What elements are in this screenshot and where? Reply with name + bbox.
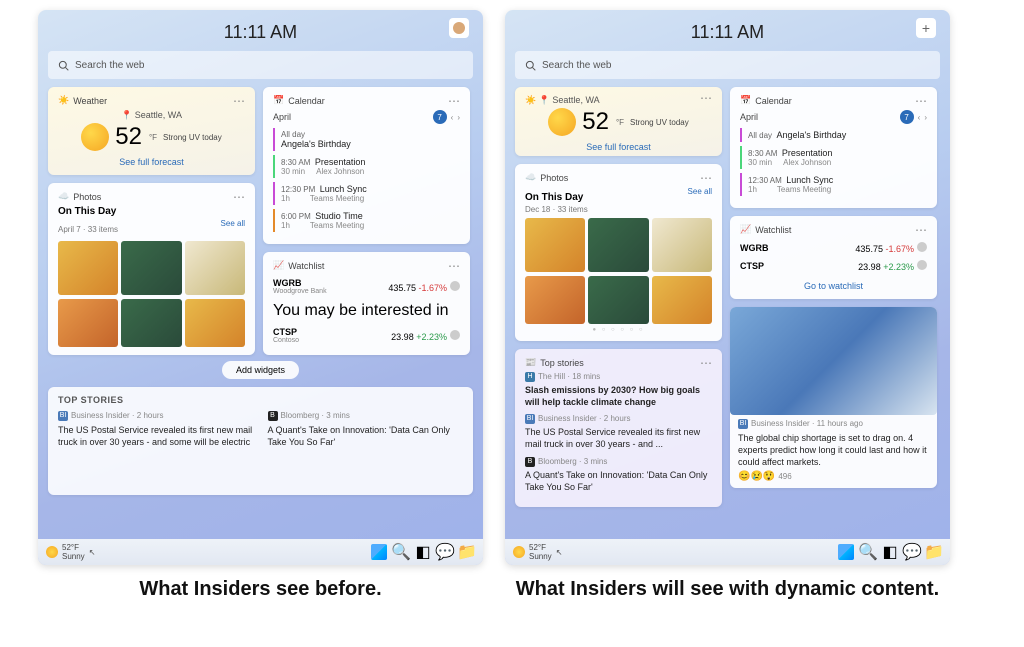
chevron-right-icon[interactable]: › [924, 113, 927, 122]
sun-icon [81, 123, 109, 151]
chevron-left-icon[interactable]: ‹ [918, 113, 921, 122]
caption-before: What Insiders see before. [38, 577, 483, 602]
photo-thumb[interactable] [588, 218, 648, 272]
more-icon[interactable]: ⋯ [700, 175, 712, 181]
weather-widget[interactable]: ☀️ 📍 Seattle, WA⋯ 52°FStrong UV today Se… [515, 87, 722, 156]
photos-title: ☁️ Photos [58, 191, 101, 202]
search-icon[interactable]: 🔍 [860, 544, 876, 560]
clock: 11:11 AM [515, 22, 940, 43]
news-item[interactable]: HThe Hill · 18 minsSlash emissions by 20… [525, 372, 712, 408]
more-icon[interactable]: ⋯ [700, 360, 712, 366]
watchlist-title: 📈 Watchlist [273, 260, 324, 271]
forecast-link[interactable]: See full forecast [525, 142, 712, 152]
weather-title: ☀️ Weather [58, 95, 107, 106]
search-placeholder: Search the web [75, 60, 145, 71]
see-all-link[interactable]: See all [688, 187, 712, 196]
chat-icon[interactable]: 💬 [437, 544, 453, 560]
forecast-link[interactable]: See full forecast [58, 157, 245, 167]
photos-widget[interactable]: ☁️ Photos⋯ On This DaySee all Dec 18 · 3… [515, 164, 722, 341]
watchlist-widget[interactable]: 📈 Watchlist ⋯ WGRBWoodgrove Bank435.75 -1… [263, 252, 470, 355]
cursor-icon: ↖ [89, 548, 96, 557]
more-icon[interactable]: ⋯ [233, 194, 245, 200]
calendar-event[interactable]: 8:30 AM Presentation30 min Alex Johnson [740, 146, 927, 169]
watchlist-widget[interactable]: 📈 Watchlist⋯ WGRB435.75 -1.67% CTSP23.98… [730, 216, 937, 299]
calendar-event[interactable]: 6:00 PM Studio Time1h Teams Meeting [273, 209, 460, 232]
widgets-panel-after: + 11:11 AM Search the web ☀️ 📍 Seattle, … [505, 10, 950, 565]
search-input[interactable]: Search the web [48, 51, 473, 79]
taskbar: 52°FSunny↖ 🔍 ◧ 💬 📁 [505, 539, 950, 565]
more-icon[interactable]: ⋯ [448, 98, 460, 104]
calendar-event[interactable]: 12:30 PM Lunch Sync1h Teams Meeting [273, 182, 460, 205]
photo-thumb[interactable] [525, 276, 585, 324]
featured-news-widget[interactable]: BIBusiness Insider · 11 hours ago The gl… [730, 307, 937, 488]
photo-thumb[interactable] [58, 299, 118, 347]
top-stories-widget[interactable]: 📰 Top stories⋯ HThe Hill · 18 minsSlash … [515, 349, 722, 507]
photo-thumb[interactable] [652, 218, 712, 272]
photo-thumb[interactable] [58, 241, 118, 295]
photo-thumb[interactable] [185, 299, 245, 347]
search-icon[interactable]: 🔍 [393, 544, 409, 560]
photo-thumb[interactable] [652, 276, 712, 324]
calendar-event[interactable]: All dayAngela's Birthday [273, 128, 460, 151]
photo-thumb[interactable] [121, 241, 181, 295]
more-icon[interactable]: ⋯ [448, 263, 460, 269]
stock-row[interactable]: WGRBWoodgrove Bank435.75 -1.67% [273, 275, 460, 298]
calendar-event[interactable]: 12:30 AM Lunch Sync1h Teams Meeting [740, 173, 927, 196]
photo-thumb[interactable] [121, 299, 181, 347]
weather-location: 📍 Seattle, WA [58, 110, 245, 121]
start-button[interactable] [838, 544, 854, 560]
chevron-right-icon[interactable]: › [457, 113, 460, 122]
stock-row[interactable]: WGRB435.75 -1.67% [740, 239, 927, 257]
search-placeholder: Search the web [542, 60, 612, 71]
news-image [730, 307, 937, 415]
news-item[interactable]: BIBusiness Insider · 2 hoursThe US Posta… [58, 411, 254, 448]
more-icon[interactable]: ⋯ [700, 95, 712, 106]
news-item[interactable]: BIBusiness Insider · 2 hoursThe US Posta… [525, 414, 712, 450]
add-widgets-button[interactable]: Add widgets [222, 361, 299, 379]
more-icon[interactable]: ⋯ [233, 98, 245, 104]
top-stories-card: TOP STORIES BIBusiness Insider · 2 hours… [48, 387, 473, 495]
stock-row[interactable]: CTSPContoso23.98 +2.23% [273, 324, 460, 347]
weather-widget[interactable]: ☀️ Weather⋯ 📍 Seattle, WA 52°FStrong UV … [48, 87, 255, 175]
start-button[interactable] [371, 544, 387, 560]
weather-icon [513, 546, 525, 558]
add-button[interactable]: + [916, 18, 936, 38]
photo-thumb[interactable] [525, 218, 585, 272]
photos-widget[interactable]: ☁️ Photos⋯ On This Day April 7 · 33 item… [48, 183, 255, 355]
stock-row[interactable]: CTSP23.98 +2.23% [740, 257, 927, 275]
user-avatar[interactable] [449, 18, 469, 38]
calendar-widget[interactable]: 📅 Calendar⋯ April7‹› All day Angela's Bi… [730, 87, 937, 208]
more-icon[interactable]: ⋯ [915, 227, 927, 233]
taskbar: 52°FSunny↖ 🔍 ◧ 💬 📁 [38, 539, 483, 565]
calendar-event[interactable]: 8:30 AM Presentation30 min Alex Johnson [273, 155, 460, 178]
widgets-panel-before: 11:11 AM Search the web ☀️ Weather ⋯ 📍 Se… [38, 10, 483, 565]
calendar-event[interactable]: All day Angela's Birthday [740, 128, 927, 142]
clock: 11:11 AM [48, 22, 473, 43]
explorer-icon[interactable]: 📁 [459, 544, 475, 560]
caption-after: What Insiders will see with dynamic cont… [505, 577, 950, 602]
chat-icon[interactable]: 💬 [904, 544, 920, 560]
more-icon[interactable]: ⋯ [915, 98, 927, 104]
watchlist-link[interactable]: Go to watchlist [740, 281, 927, 291]
taskview-icon[interactable]: ◧ [882, 544, 898, 560]
search-input[interactable]: Search the web [515, 51, 940, 79]
chevron-left-icon[interactable]: ‹ [451, 113, 454, 122]
weather-icon [46, 546, 58, 558]
cursor-icon: ↖ [556, 548, 563, 557]
sun-icon [548, 108, 576, 136]
see-all-link[interactable]: See all [221, 219, 245, 228]
news-item[interactable]: BBloomberg · 3 minsA Quant's Take on Inn… [268, 411, 464, 448]
news-item[interactable]: BBloomberg · 3 minsA Quant's Take on Inn… [525, 457, 712, 493]
explorer-icon[interactable]: 📁 [926, 544, 942, 560]
photo-thumb[interactable] [185, 241, 245, 295]
photo-thumb[interactable] [588, 276, 648, 324]
taskview-icon[interactable]: ◧ [415, 544, 431, 560]
calendar-widget[interactable]: 📅 Calendar⋯ April7‹› All dayAngela's Bir… [263, 87, 470, 244]
calendar-title: 📅 Calendar [273, 95, 325, 106]
